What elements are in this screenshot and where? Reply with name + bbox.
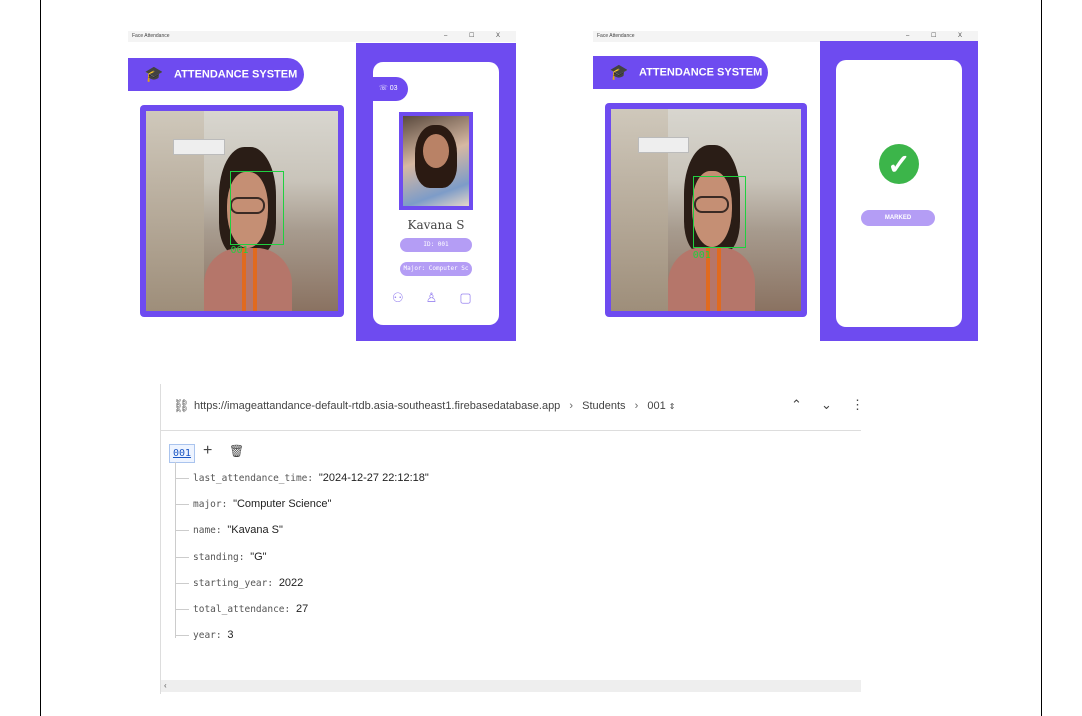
scroll-left-icon[interactable]: ‹ — [164, 680, 167, 692]
marked-status-pill: MARKED — [861, 210, 935, 226]
student-photo — [399, 112, 473, 210]
attendance-window-1: Face Attendance – ☐ X 🎓 ATTENDANCE SYSTEM… — [128, 31, 516, 341]
window-title: Face Attendance — [132, 33, 170, 39]
more-options-icon[interactable]: ⋮ — [851, 397, 864, 413]
banner-title: ATTENDANCE SYSTEM — [639, 66, 763, 79]
field-value[interactable]: "Computer Science" — [233, 498, 331, 510]
chevron-right-icon: › — [634, 400, 639, 412]
student-major-pill: Major: Computer Sc — [400, 262, 472, 276]
field-key: year — [193, 630, 216, 641]
graduation-cap-icon: 🎓 — [609, 64, 629, 81]
chevron-right-icon: › — [569, 400, 574, 412]
window-controls[interactable]: – ☐ X — [444, 31, 510, 42]
delete-icon[interactable]: 🗑 — [229, 444, 244, 458]
window-titlebar: Face Attendance – ☐ X — [128, 31, 516, 42]
webcam-feed: 001 — [140, 105, 344, 317]
face-id-label: 001 — [692, 250, 711, 262]
field-key: major — [193, 499, 222, 510]
field-key: starting_year — [193, 578, 268, 589]
field-key: standing — [193, 552, 239, 563]
banner-title: ATTENDANCE SYSTEM — [174, 68, 298, 81]
app-banner: 🎓 ATTENDANCE SYSTEM — [593, 56, 768, 89]
face-detection-box — [692, 175, 746, 249]
database-url[interactable]: https://imageattandance-default-rtdb.asi… — [194, 400, 560, 412]
field-value[interactable]: 27 — [296, 603, 308, 615]
card-icons: ⚇♙▢ — [392, 290, 494, 306]
field-row[interactable]: total_attendance: 27 — [175, 603, 308, 619]
field-key: total_attendance — [193, 604, 285, 615]
node-key[interactable]: 001 — [169, 444, 195, 463]
field-key: name — [193, 525, 216, 536]
student-id-pill: ID: 001 — [400, 238, 472, 252]
add-child-icon[interactable]: + — [203, 442, 212, 460]
attendance-window-2: Face Attendance – ☐ X 🎓 ATTENDANCE SYSTEM… — [593, 31, 978, 341]
horizontal-scrollbar[interactable]: ‹ — [161, 680, 861, 692]
field-value[interactable]: "Kavana S" — [227, 524, 283, 536]
link-icon[interactable]: ⛓ — [173, 398, 190, 414]
status-card: ✓ MARKED — [836, 60, 962, 327]
field-row[interactable]: name: "Kavana S" — [175, 524, 283, 540]
collapse-all-icon[interactable]: ⌄ — [821, 397, 832, 413]
attendance-icon: ☏ — [379, 85, 388, 92]
window-title: Face Attendance — [597, 33, 635, 39]
field-row[interactable]: last_attendance_time: "2024-12-27 22:12:… — [175, 472, 429, 488]
database-breadcrumb: https://imageattandance-default-rtdb.asi… — [194, 400, 675, 412]
student-card: ☏ 03 Kavana S ID: 001 Major: Computer Sc… — [373, 62, 499, 325]
field-value[interactable]: "2024-12-27 22:12:18" — [319, 472, 429, 484]
calendar-icon[interactable]: ▢ — [459, 290, 493, 305]
unfold-icon[interactable]: ⇕ — [669, 402, 676, 411]
page-border-left — [40, 0, 41, 716]
database-url-bar: ⛓ https://imageattandance-default-rtdb.a… — [161, 384, 864, 431]
status-panel: ✓ MARKED — [820, 41, 978, 341]
firebase-database-viewer: ⛓ https://imageattandance-default-rtdb.a… — [160, 384, 864, 694]
field-row[interactable]: year: 3 — [175, 629, 233, 645]
breadcrumb-students[interactable]: Students — [582, 400, 625, 412]
face-detection-box — [230, 171, 285, 245]
field-value[interactable]: 3 — [227, 629, 233, 641]
expand-all-icon[interactable]: ⌃ — [791, 397, 802, 413]
graduation-cap-icon: 🎓 — [144, 66, 164, 83]
breadcrumb-key[interactable]: 001 — [647, 400, 665, 412]
info-panel: ☏ 03 Kavana S ID: 001 Major: Computer Sc… — [356, 43, 516, 341]
field-key: last_attendance_time — [193, 473, 308, 484]
page-border-right — [1041, 0, 1042, 716]
field-value[interactable]: 2022 — [279, 577, 303, 589]
app-banner: 🎓 ATTENDANCE SYSTEM — [128, 58, 304, 91]
field-value[interactable]: "G" — [250, 551, 266, 563]
face-id-label: 001 — [230, 245, 249, 256]
person-icon[interactable]: ♙ — [426, 290, 460, 305]
checkmark-icon: ✓ — [879, 144, 919, 184]
field-row[interactable]: standing: "G" — [175, 551, 267, 567]
field-row[interactable]: starting_year: 2022 — [175, 577, 303, 593]
people-icon[interactable]: ⚇ — [392, 290, 426, 305]
attendance-count-chip: ☏ 03 — [373, 77, 408, 101]
field-row[interactable]: major: "Computer Science" — [175, 498, 331, 514]
webcam-feed: 001 — [605, 103, 807, 317]
attendance-count: 03 — [389, 85, 398, 92]
student-name: Kavana S — [407, 218, 465, 232]
